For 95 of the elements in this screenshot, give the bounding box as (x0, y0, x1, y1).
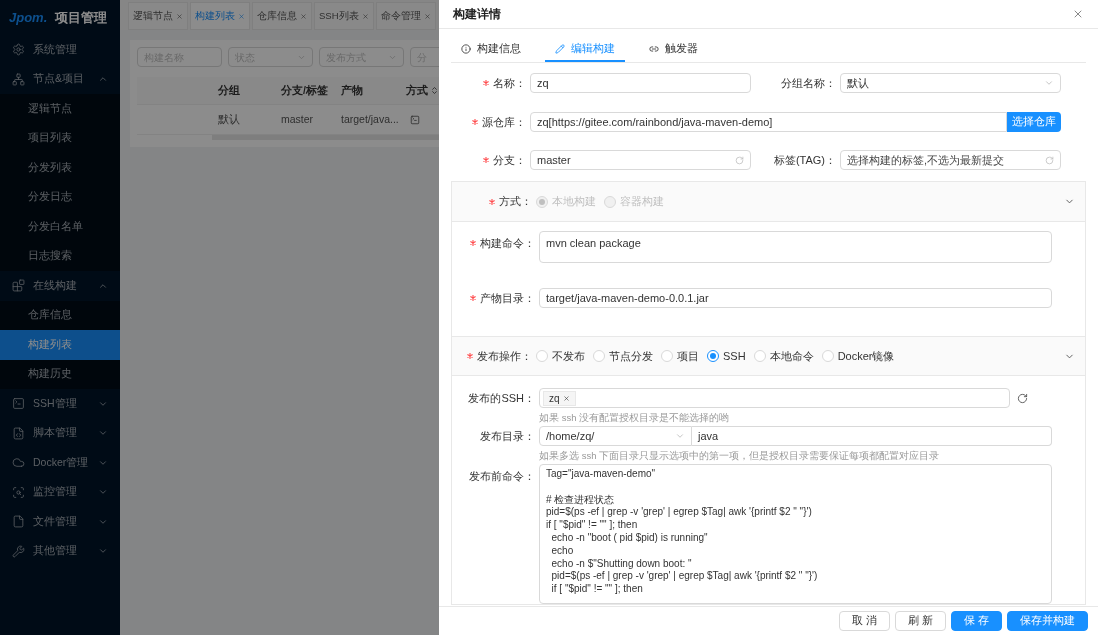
sidebar-icon (12, 456, 25, 470)
drawer-tab[interactable]: 构建信息 (451, 37, 531, 62)
tab-icon (555, 43, 565, 54)
table-cell-text: target/java... (340, 111, 400, 127)
field-label: 构建命令： (480, 236, 535, 251)
chevron-down-icon (1044, 78, 1054, 88)
field-label: 发布操作： (477, 348, 532, 364)
tab-icon (649, 43, 659, 54)
close-icon[interactable] (238, 12, 245, 20)
sidebar-item[interactable]: 项目列表 (0, 123, 120, 153)
select-repo-button[interactable]: 选择仓库 (1007, 112, 1061, 132)
terminal-icon[interactable] (410, 114, 420, 125)
pre-command-field[interactable]: Tag="java-maven-demo" # 检查进程状态 pid=$(ps -ef | grep -v 'grep' | egrep $Tag| awk '{printf $2 " "}') if [ "$pid" != "" ]; then echo -n "boot ( pid $pid) is running" echo echo -n $"Shutting down boot: " pid=$(ps -ef | grep -v 'grep' | egrep $Tag| awk '{printf $2 " "}') if [ "$pid" != "" ]; then (539, 464, 1052, 604)
table-cell-text: master (280, 111, 315, 127)
ssh-tag: zq (543, 390, 576, 406)
column-header: 分支/标签 (280, 82, 329, 98)
field-label: 源仓库： (482, 114, 526, 130)
drawer-title: 构建详情 (453, 6, 501, 23)
branch-select[interactable]: master (530, 150, 751, 170)
sidebar-icon (12, 426, 25, 440)
field-label: 分支： (493, 152, 526, 168)
sidebar-icon (12, 43, 25, 57)
field-label: 发布目录： (480, 428, 535, 444)
group-select[interactable]: 默认 (840, 73, 1061, 93)
radio-label: 节点分发 (609, 348, 653, 364)
sidebar-icon (12, 72, 25, 86)
footer-button[interactable]: 取 消 (839, 611, 891, 631)
page-tab[interactable]: 逻辑节点 (128, 2, 188, 30)
sidebar-item[interactable]: 分发列表 (0, 153, 120, 183)
remove-icon[interactable] (562, 394, 570, 402)
close-icon[interactable] (300, 12, 307, 20)
close-icon[interactable] (423, 12, 431, 20)
dir-select[interactable]: /home/zq/ (539, 426, 692, 446)
sidebar-item[interactable]: 逻辑节点 (0, 94, 120, 124)
close-icon[interactable] (1072, 8, 1084, 20)
close-icon[interactable] (176, 12, 183, 20)
sidebar-item[interactable]: 分发日志 (0, 182, 120, 212)
radio-label: 项目 (677, 348, 699, 364)
field-label: 名称： (493, 75, 526, 91)
column-header: 分组 (217, 82, 241, 98)
sidebar-item[interactable]: SSH管理 (0, 389, 120, 419)
field-label: 发布前命令： (469, 469, 535, 484)
sidebar-icon (12, 544, 25, 558)
sidebar-icon (12, 515, 25, 529)
radio-label: SSH (723, 348, 746, 364)
sidebar-item[interactable]: 系统管理 (0, 35, 120, 65)
tag-select[interactable]: 选择构建的标签,不选为最新提交 (840, 150, 1061, 170)
radio-label: 本地命令 (769, 348, 814, 364)
page-tab[interactable]: 命令管理 (375, 2, 436, 30)
sidebar-item[interactable]: 脚本管理 (0, 418, 120, 448)
sidebar-item[interactable]: 仓库信息 (0, 300, 120, 330)
sidebar-item[interactable]: 分发白名单 (0, 212, 120, 242)
field-label: 分组名称： (781, 75, 836, 91)
refresh-icon[interactable] (1017, 392, 1028, 404)
radio-button[interactable] (707, 350, 719, 362)
chevron-down-icon (675, 431, 685, 441)
table-cell-text: 默认 (217, 111, 241, 127)
radio-label: 不发布 (552, 348, 585, 364)
app-title: 项目管理 (55, 8, 108, 27)
sidebar-icon (12, 485, 25, 499)
radio-label: Docker镜像 (837, 348, 895, 364)
close-icon[interactable] (361, 12, 369, 20)
sidebar-icon (12, 397, 25, 411)
sidebar-item[interactable]: 节点&项目 (0, 64, 120, 94)
page-tab[interactable]: 构建列表 (190, 2, 250, 30)
page-tab[interactable]: 仓库信息 (252, 2, 312, 30)
drawer-tab[interactable]: 编辑构建 (545, 37, 625, 62)
artifact-field[interactable]: target/java-maven-demo-0.0.1.jar (539, 288, 1052, 308)
field-label: 产物目录： (480, 290, 535, 306)
column-header: 产物 (340, 82, 364, 98)
page-tab[interactable]: SSH列表 (314, 2, 374, 30)
dir-field[interactable]: java (692, 426, 1052, 446)
field-label: 标签(TAG)： (773, 152, 836, 168)
footer-button[interactable]: 刷 新 (895, 611, 947, 631)
repo-field[interactable]: zq[https://gitee.com/rainbond/java-maven-demo] (530, 112, 1007, 132)
sidebar-item[interactable]: 日志搜索 (0, 241, 120, 271)
build-command-field[interactable]: mvn clean package (539, 231, 1052, 263)
sidebar-item[interactable]: 监控管理 (0, 477, 120, 507)
sidebar-item[interactable]: Docker管理 (0, 448, 120, 478)
footer-button[interactable]: 保存并构建 (1007, 611, 1088, 631)
sidebar-item[interactable]: 其他管理 (0, 536, 120, 566)
drawer-tab[interactable]: 触发器 (639, 37, 708, 62)
sidebar-item[interactable]: 在线构建 (0, 271, 120, 301)
sort-icon[interactable] (430, 86, 439, 95)
tab-icon (461, 43, 471, 54)
field-label: 发布的SSH： (468, 390, 535, 406)
name-field[interactable]: zq (530, 73, 751, 93)
footer-button[interactable]: 保 存 (951, 611, 1002, 631)
sidebar-item[interactable]: 文件管理 (0, 507, 120, 537)
sidebar-icon (12, 279, 25, 293)
field-label: 方式： (499, 194, 532, 210)
hint-text: 如果 ssh 没有配置授权目录是不能选择的哟 (539, 411, 731, 424)
logo: Jpom. (9, 8, 48, 27)
sidebar-item[interactable]: 构建列表 (0, 330, 120, 360)
ssh-select[interactable]: zq (539, 388, 1010, 408)
